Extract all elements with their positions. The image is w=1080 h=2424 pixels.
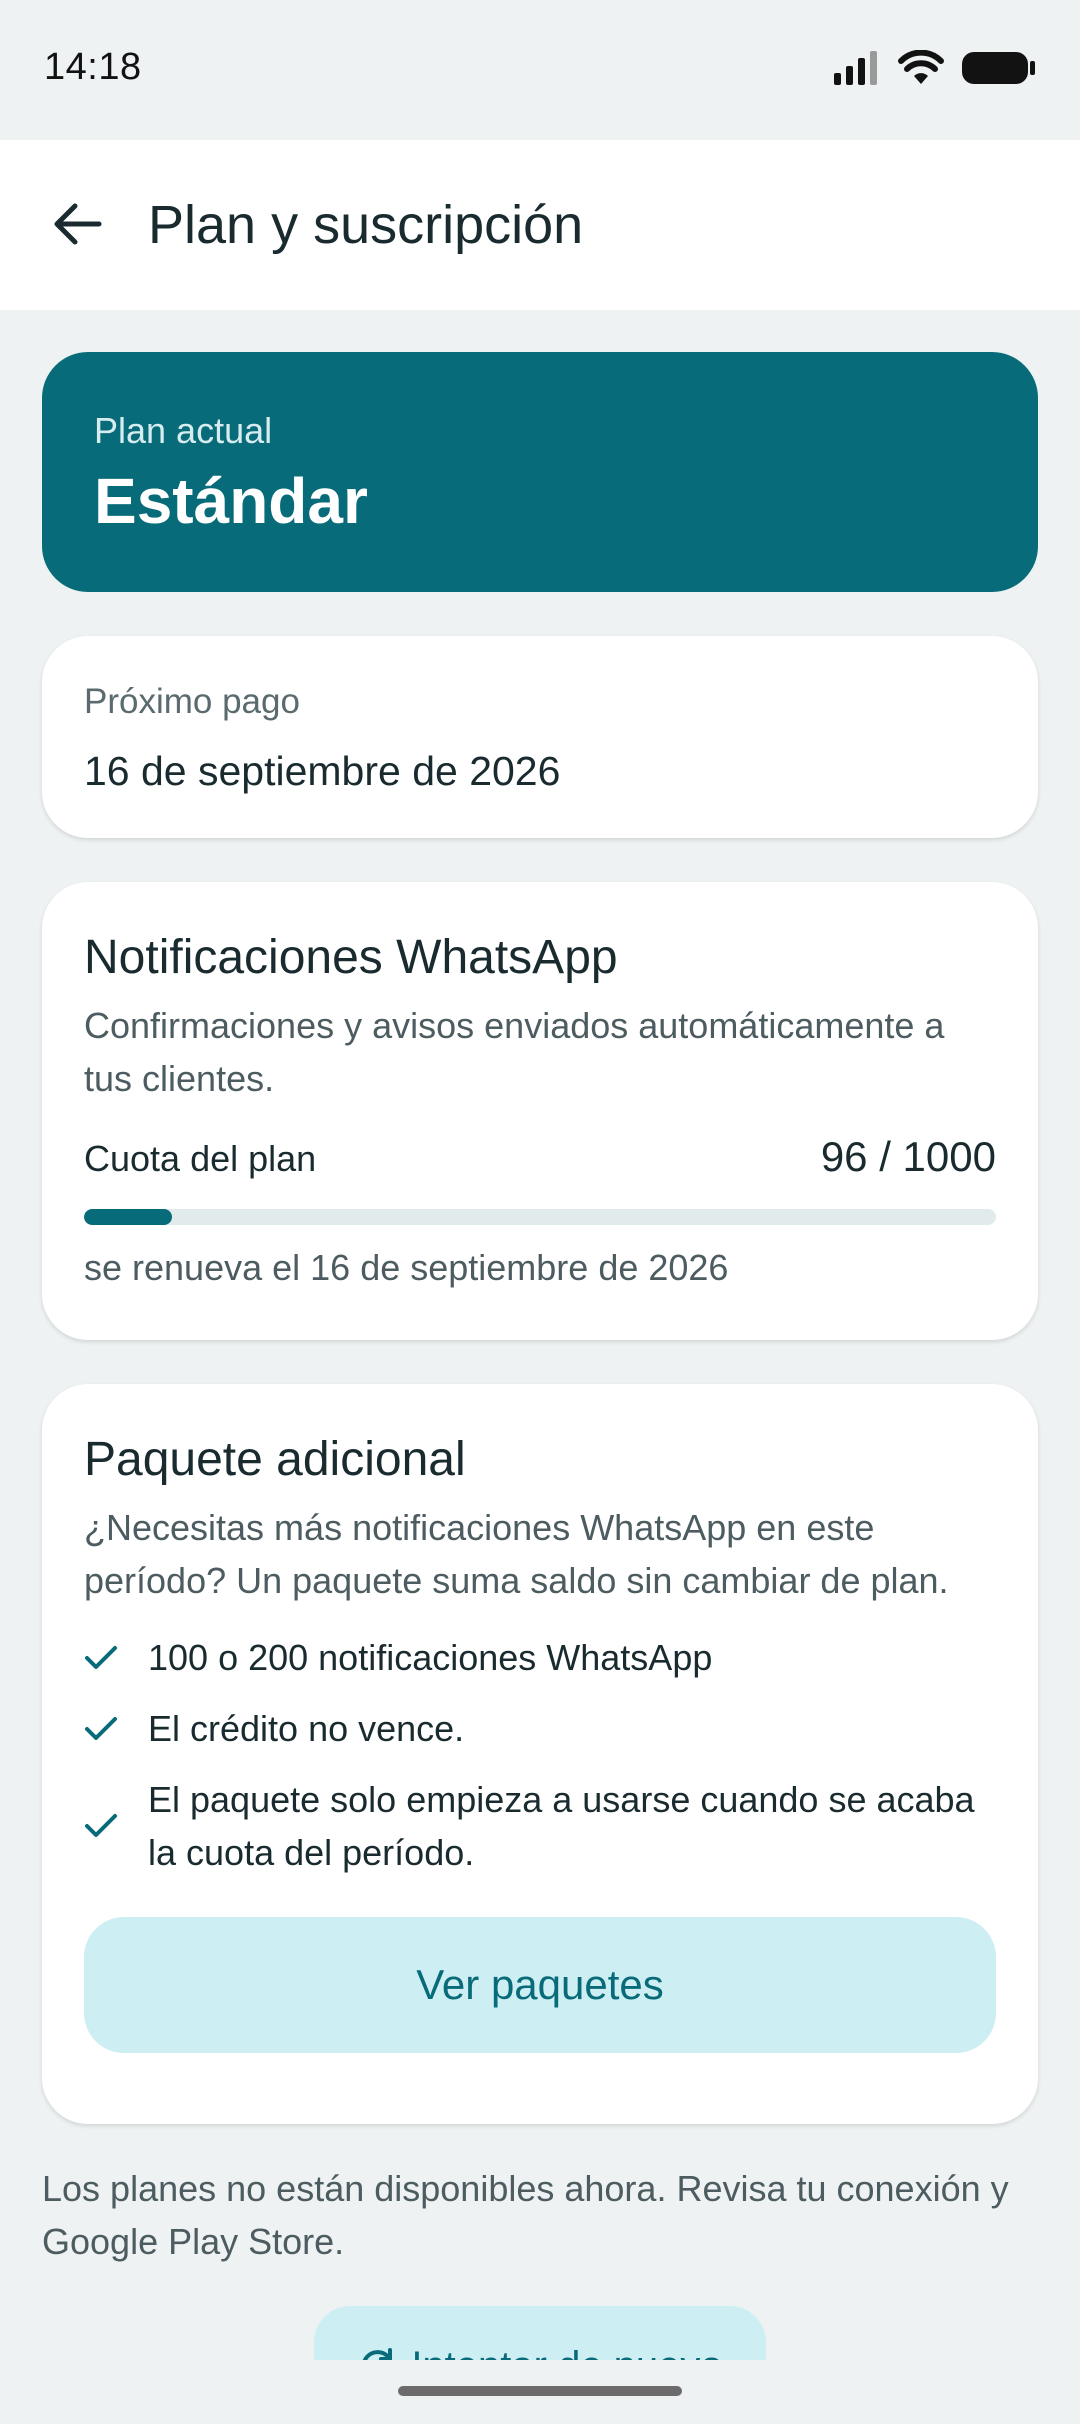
quota-progress-fill	[84, 1209, 172, 1225]
check-icon	[84, 1645, 148, 1671]
package-feature: El crédito no vence.	[84, 1702, 996, 1755]
plan-name: Estándar	[94, 465, 368, 537]
quota-progress-bar	[84, 1209, 996, 1225]
package-feature-text: El crédito no vence.	[148, 1708, 465, 1749]
additional-package-card: Paquete adicional ¿Necesitas más notific…	[42, 1384, 1038, 2124]
quota-row: Cuota del plan 96 / 1000	[84, 1133, 996, 1181]
quota-value: 96 / 1000	[820, 1133, 996, 1180]
plans-unavailable-note: Los planes no están disponibles ahora. R…	[42, 2168, 1009, 2262]
signal-icon	[834, 51, 877, 85]
package-feature: El paquete solo empieza a usarse cuando …	[84, 1773, 996, 1879]
package-feature: 100 o 200 notificaciones WhatsApp	[84, 1631, 996, 1684]
next-payment-label: Próximo pago	[84, 682, 300, 721]
page-title: Plan y suscripción	[148, 195, 584, 255]
retry-label: Intentar de nuevo	[411, 2344, 722, 2361]
current-plan-card: Plan actual Estándar	[42, 352, 1038, 592]
whatsapp-notifications-card: Notificaciones WhatsApp Confirmaciones y…	[42, 882, 1038, 1340]
home-indicator[interactable]	[398, 2386, 682, 2396]
view-packages-button[interactable]: Ver paquetes	[84, 1917, 996, 2053]
package-title: Paquete adicional	[84, 1433, 466, 1486]
next-payment-date: 16 de septiembre de 2026	[84, 748, 561, 794]
status-icons	[834, 50, 1036, 86]
whatsapp-title: Notificaciones WhatsApp	[84, 931, 618, 984]
check-icon	[84, 1813, 148, 1839]
package-feature-list: 100 o 200 notificaciones WhatsApp El cré…	[84, 1631, 996, 1879]
back-button[interactable]	[38, 184, 118, 264]
arrow-back-icon	[54, 203, 102, 245]
quota-renewal-text: se renueva el 16 de septiembre de 2026	[84, 1247, 729, 1288]
package-feature-text: El paquete solo empieza a usarse cuando …	[148, 1779, 975, 1873]
status-time: 14:18	[44, 46, 142, 88]
status-bar: 14:18	[0, 0, 1080, 140]
battery-icon	[962, 52, 1035, 84]
app-bar: Plan y suscripción	[0, 140, 1080, 310]
package-description: ¿Necesitas más notificaciones WhatsApp e…	[84, 1507, 949, 1601]
whatsapp-description: Confirmaciones y avisos enviados automát…	[84, 1005, 945, 1099]
wifi-icon	[898, 50, 944, 84]
retry-area: Intentar de nuevo	[0, 2300, 1080, 2360]
content: Plan actual Estándar Próximo pago 16 de …	[42, 352, 1038, 2124]
check-icon	[84, 1716, 148, 1742]
package-feature-text: 100 o 200 notificaciones WhatsApp	[148, 1637, 713, 1678]
quota-label: Cuota del plan	[84, 1138, 317, 1179]
refresh-icon	[363, 2348, 393, 2360]
plan-label: Plan actual	[94, 410, 273, 451]
retry-button[interactable]: Intentar de nuevo	[314, 2306, 766, 2360]
next-payment-card: Próximo pago 16 de septiembre de 2026	[42, 636, 1038, 838]
